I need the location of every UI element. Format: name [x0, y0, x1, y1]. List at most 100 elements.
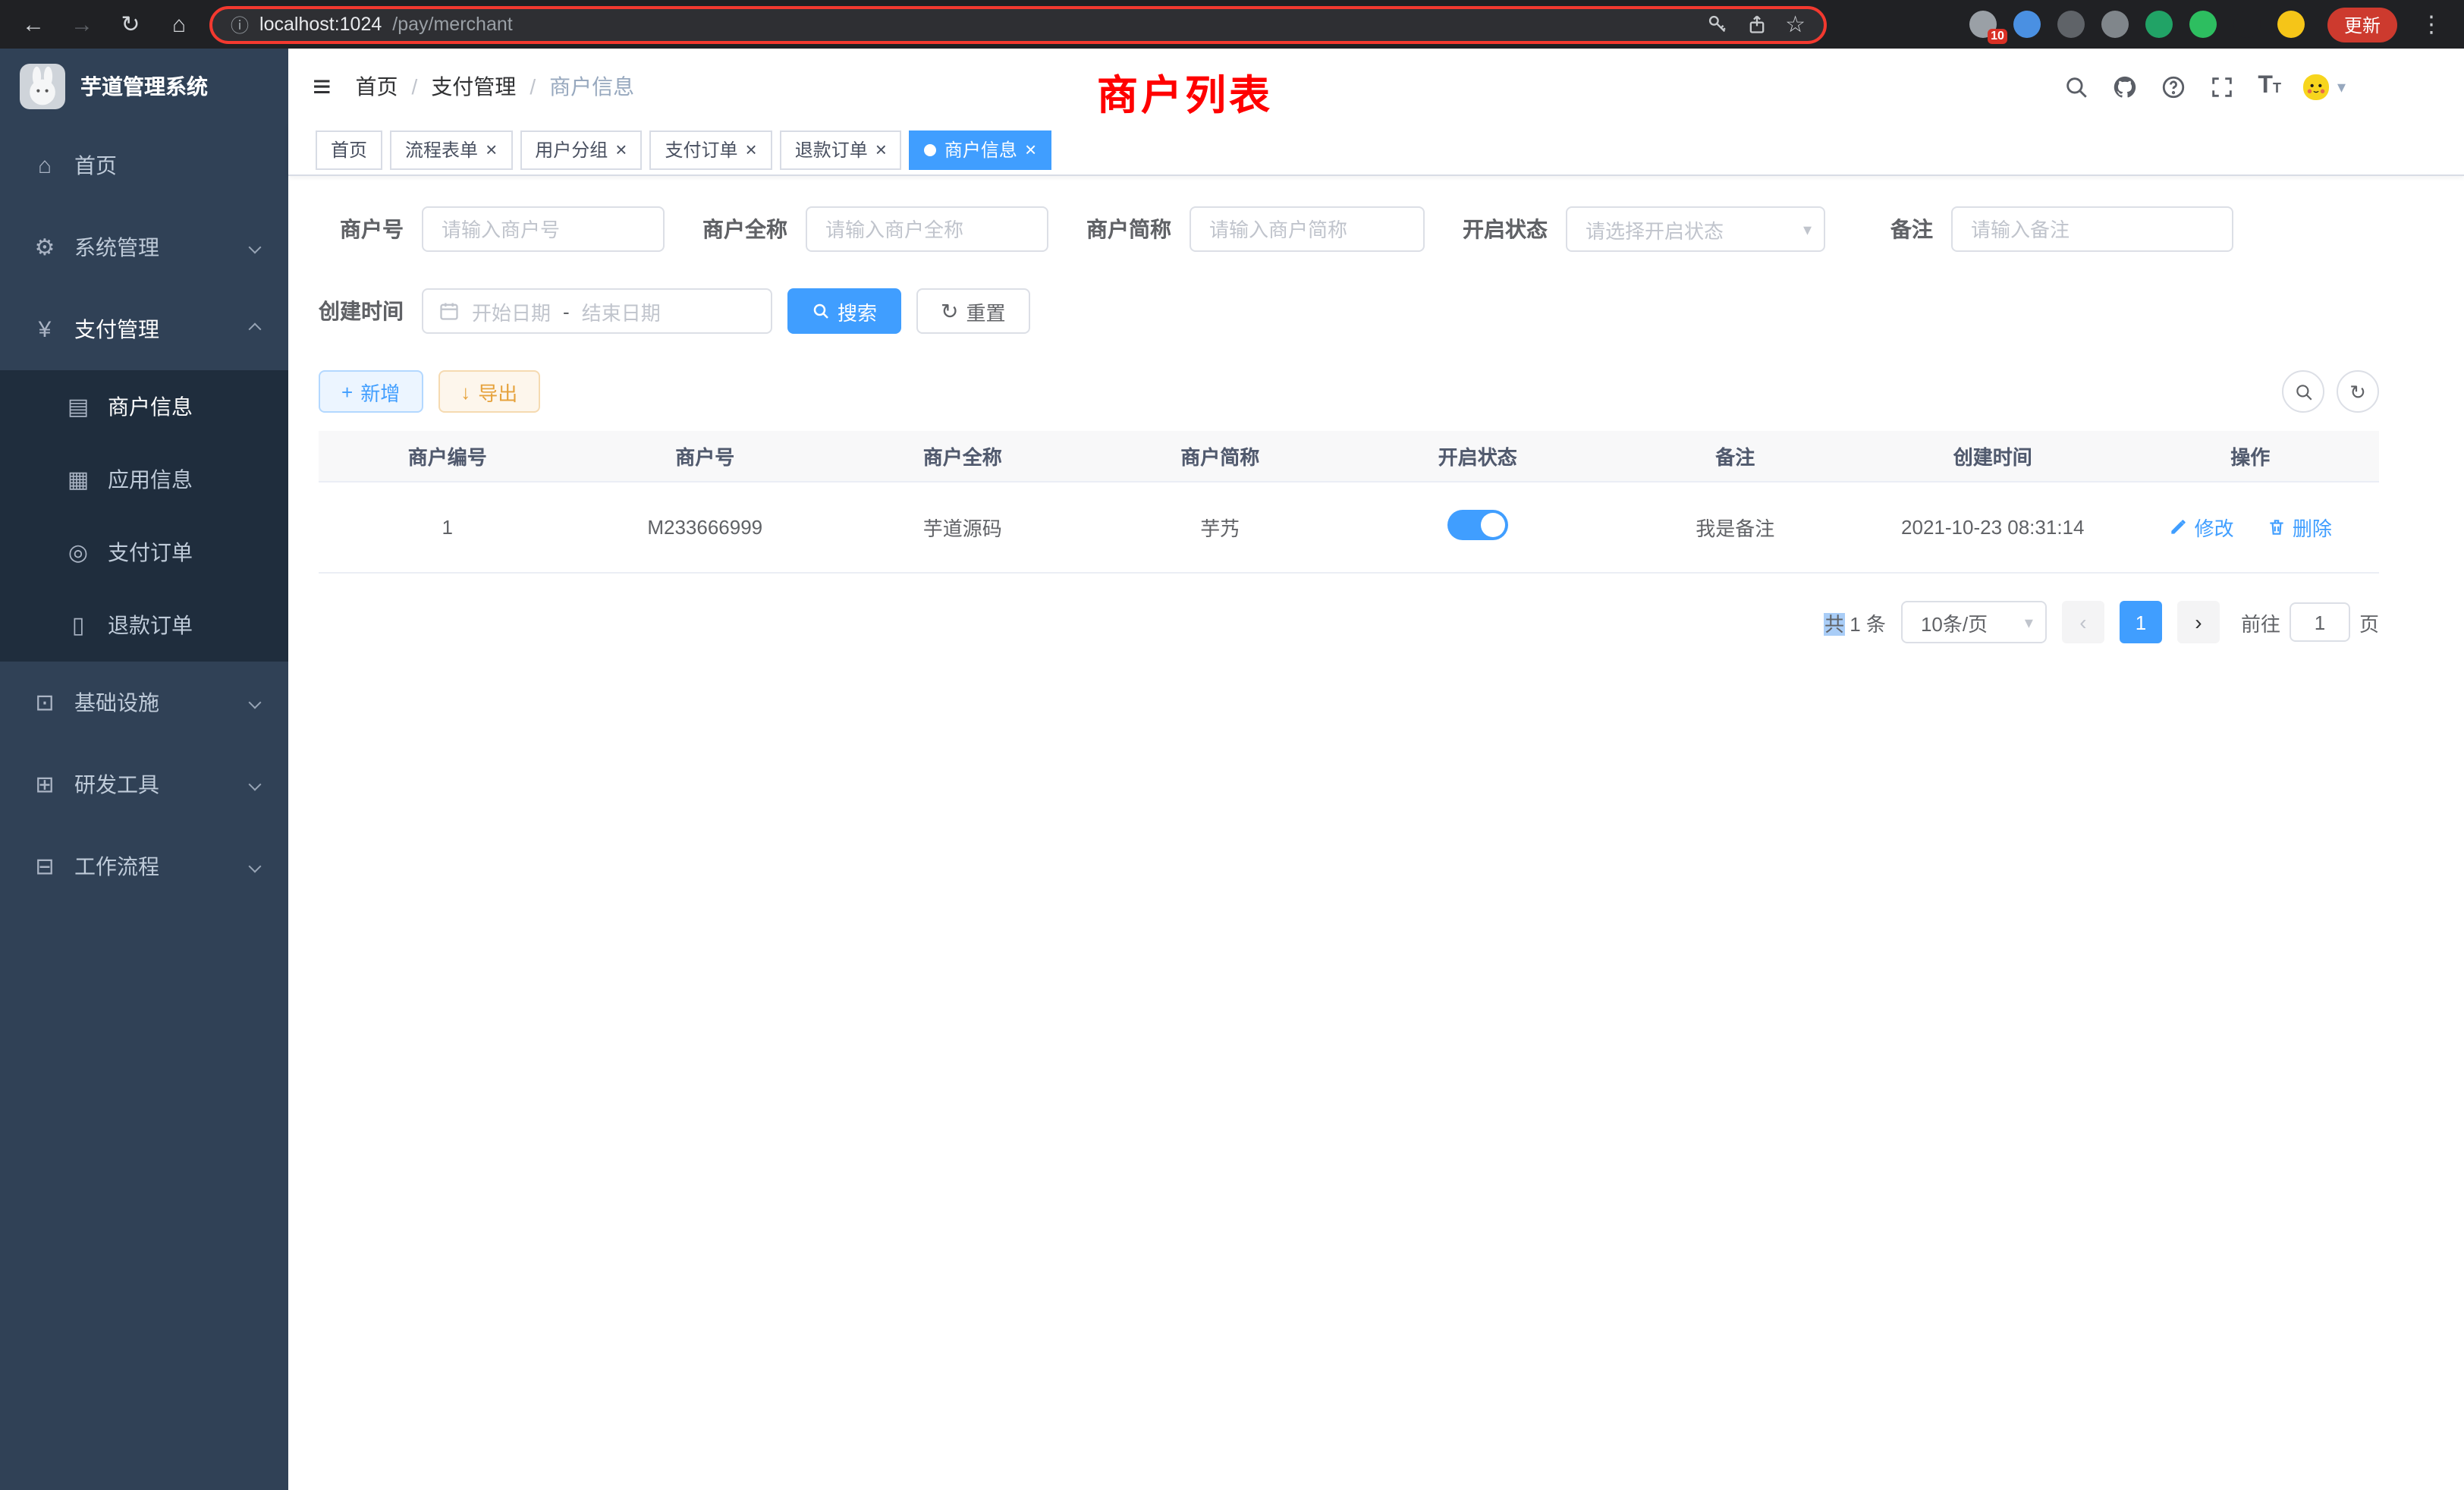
tag-payment-orders[interactable]: 支付订单 ×	[649, 130, 772, 169]
tag-process-form[interactable]: 流程表单 ×	[390, 130, 512, 169]
delete-link[interactable]: 删除	[2267, 513, 2332, 542]
close-icon[interactable]: ×	[1025, 140, 1036, 159]
create-time-range-picker[interactable]: 开始日期 - 结束日期	[422, 288, 772, 334]
plus-icon: +	[341, 380, 353, 403]
app-logo[interactable]: 芋道管理系统	[0, 49, 288, 124]
merchant-no-label: 商户号	[319, 214, 404, 244]
user-avatar-menu[interactable]: ▾	[2304, 74, 2346, 99]
browser-back-icon[interactable]: ←	[15, 11, 52, 37]
page-info-icon[interactable]: ⓘ	[231, 11, 249, 37]
breadcrumb-payment[interactable]: 支付管理	[431, 71, 516, 102]
help-icon[interactable]	[2161, 74, 2186, 99]
browser-menu-icon[interactable]: ⋮	[2414, 11, 2449, 38]
app-root: ← → ↻ ⌂ ⓘ localhost:1024 /pay/merchant ☆…	[0, 0, 2464, 1490]
table-header-row: 商户编号 商户号 商户全称 商户简称 开启状态 备注 创建时间 操作	[319, 431, 2379, 483]
black-paw-extension-icon[interactable]	[2233, 11, 2261, 38]
extension-with-badge-icon[interactable]: 10	[1969, 11, 1997, 38]
search-button[interactable]: 搜索	[787, 288, 901, 334]
tag-home[interactable]: 首页	[316, 130, 382, 169]
browser-home-icon[interactable]: ⌂	[161, 11, 197, 37]
reset-button[interactable]: ↻ 重置	[916, 288, 1030, 334]
close-icon[interactable]: ×	[746, 140, 757, 159]
sidebar-item-infrastructure[interactable]: ⊡ 基础设施	[0, 662, 288, 743]
share-icon[interactable]	[1746, 14, 1767, 35]
logo-rabbit-icon	[20, 64, 65, 109]
sidebar-item-home[interactable]: ⌂ 首页	[0, 124, 288, 206]
status-toggle[interactable]	[1447, 510, 1508, 540]
reset-button-label: 重置	[966, 297, 1006, 325]
green-note-extension-icon[interactable]	[2189, 11, 2217, 38]
address-bar[interactable]: ⓘ localhost:1024 /pay/merchant ☆	[209, 5, 1827, 43]
sidebar-item-dev-tools[interactable]: ⊞ 研发工具	[0, 743, 288, 825]
github-icon[interactable]	[2112, 74, 2138, 99]
workflow-icon: ⊟	[32, 853, 58, 880]
status-select[interactable]: 请选择开启状态 ▾	[1566, 206, 1825, 252]
chevron-down-icon	[249, 860, 262, 873]
extension-badge: 10	[1988, 29, 2007, 44]
dark-grey-extension-icon[interactable]	[2057, 11, 2085, 38]
browser-forward-icon[interactable]: →	[64, 11, 100, 37]
tag-refund-orders[interactable]: 退款订单 ×	[780, 130, 902, 169]
close-icon[interactable]: ×	[615, 140, 627, 159]
fullscreen-icon[interactable]	[2209, 74, 2235, 99]
delete-link-label: 删除	[2293, 513, 2332, 542]
browser-reload-icon[interactable]: ↻	[112, 11, 149, 38]
edit-link[interactable]: 修改	[2169, 513, 2234, 542]
sidebar-item-payment[interactable]: ¥ 支付管理	[0, 288, 288, 370]
remark-label: 备注	[1890, 214, 1933, 244]
hamburger-icon[interactable]: ≡	[313, 71, 332, 102]
table-row: 1 M233666999 芋道源码 芋艿 我是备注 2021-10-23 08:…	[319, 483, 2379, 574]
sidebar-item-app-info[interactable]: ▦ 应用信息	[0, 443, 288, 516]
download-icon: ↓	[460, 380, 470, 403]
yellow-smiley-extension-icon[interactable]	[2277, 11, 2305, 38]
search-icon[interactable]	[2063, 74, 2089, 99]
gear-icon: ⚙	[32, 234, 58, 261]
short-name-input[interactable]	[1190, 206, 1425, 252]
annotation-merchant-list: 商户列表	[1097, 62, 1273, 121]
sidebar-item-label: 基础设施	[74, 687, 250, 718]
remark-input[interactable]	[1951, 206, 2233, 252]
app-title: 芋道管理系统	[80, 71, 208, 102]
cell-status	[1349, 510, 1607, 545]
tag-label: 流程表单	[405, 137, 478, 162]
sidebar-item-payment-orders[interactable]: ◎ 支付订单	[0, 516, 288, 589]
full-name-input[interactable]	[806, 206, 1048, 252]
page-size-select[interactable]: 10条/页 ▾	[1901, 601, 2047, 643]
add-button-label: 新增	[360, 377, 400, 406]
breadcrumb-separator: /	[412, 74, 418, 99]
tag-user-group[interactable]: 用户分组 ×	[520, 130, 642, 169]
payment-submenu: ▤ 商户信息 ▦ 应用信息 ◎ 支付订单 ▯ 退款订单	[0, 370, 288, 662]
green-check-extension-icon[interactable]	[2145, 11, 2173, 38]
url-path: /pay/merchant	[392, 14, 512, 35]
merchant-no-input[interactable]	[422, 206, 665, 252]
current-page-button[interactable]: 1	[2120, 601, 2162, 643]
sidebar-item-merchant-info[interactable]: ▤ 商户信息	[0, 370, 288, 443]
export-button[interactable]: ↓ 导出	[438, 370, 540, 413]
font-size-icon[interactable]: TT	[2258, 73, 2281, 100]
goto-page-input[interactable]	[2290, 602, 2350, 642]
close-icon[interactable]: ×	[875, 140, 887, 159]
tag-merchant-info[interactable]: 商户信息 ×	[910, 130, 1051, 169]
chevron-down-icon	[249, 696, 262, 709]
sidebar-item-system[interactable]: ⚙ 系统管理	[0, 206, 288, 288]
refresh-icon: ↻	[2349, 382, 2366, 401]
col-header-merchant-no: 商户号	[577, 442, 834, 470]
breadcrumb-home[interactable]: 首页	[356, 71, 398, 102]
toggle-search-button[interactable]	[2282, 370, 2324, 413]
password-key-icon[interactable]	[1706, 14, 1727, 35]
add-button[interactable]: + 新增	[319, 370, 423, 413]
grey-extension-icon[interactable]	[2101, 11, 2129, 38]
page-size-value: 10条/页	[1921, 608, 1988, 637]
next-page-button[interactable]: ›	[2177, 601, 2220, 643]
chevron-down-icon: ▾	[2337, 77, 2346, 96]
sidebar-item-workflow[interactable]: ⊟ 工作流程	[0, 825, 288, 907]
refresh-table-button[interactable]: ↻	[2337, 370, 2379, 413]
close-icon[interactable]: ×	[486, 140, 497, 159]
prev-page-button[interactable]: ‹	[2062, 601, 2104, 643]
bookmark-star-icon[interactable]: ☆	[1785, 11, 1806, 38]
sidebar-item-refund-orders[interactable]: ▯ 退款订单	[0, 589, 288, 662]
cell-merchant-no: M233666999	[577, 516, 834, 539]
goto-label: 前往	[2241, 608, 2280, 637]
blue-extension-icon[interactable]	[2013, 11, 2041, 38]
browser-update-button[interactable]: 更新	[2327, 7, 2397, 42]
